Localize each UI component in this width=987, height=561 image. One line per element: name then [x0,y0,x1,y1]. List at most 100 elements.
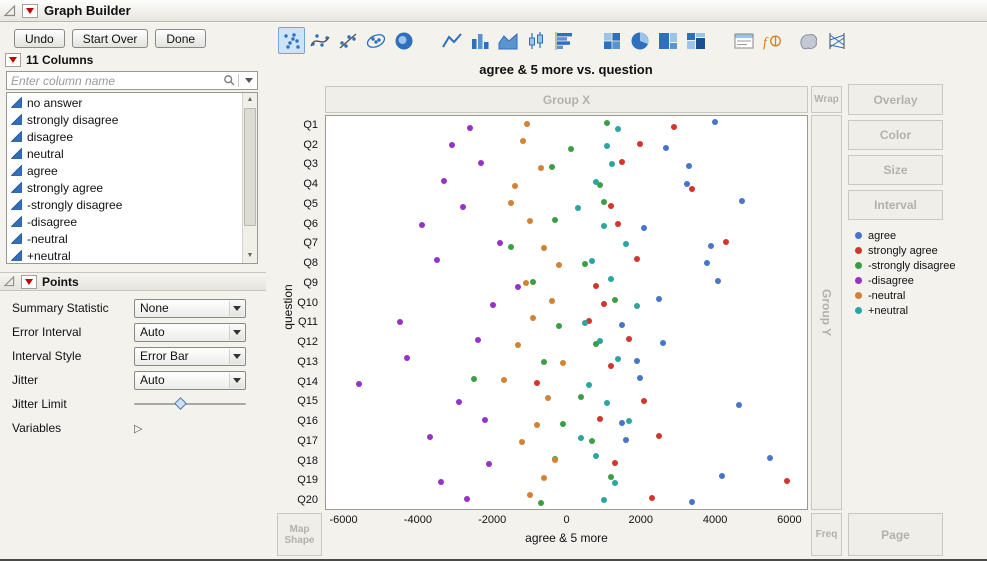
data-point[interactable] [683,180,690,187]
data-point[interactable] [511,182,518,189]
column-list-item[interactable]: -strongly disagree [7,196,242,213]
data-point[interactable] [615,125,622,132]
data-point[interactable] [656,295,662,302]
data-point[interactable] [500,377,507,384]
data-point[interactable] [526,218,533,225]
data-point[interactable] [685,163,692,170]
data-point[interactable] [711,118,718,125]
data-point[interactable] [467,124,474,131]
data-point[interactable] [604,143,611,150]
size-drop-zone[interactable]: Size [848,155,943,185]
data-point[interactable] [619,159,625,166]
data-point[interactable] [356,381,363,388]
data-point[interactable] [524,120,531,127]
data-point[interactable] [622,240,629,247]
freq-drop-zone[interactable]: Freq [811,513,842,556]
data-point[interactable] [463,496,470,503]
data-point[interactable] [568,146,575,153]
interval-drop-zone[interactable]: Interval [848,190,943,220]
data-point[interactable] [609,161,616,168]
points-icon[interactable] [278,27,305,54]
column-list-item[interactable]: strongly disagree [7,111,242,128]
data-point[interactable] [589,438,596,445]
data-point[interactable] [626,417,633,424]
data-point[interactable] [615,221,622,228]
data-point[interactable] [574,205,581,212]
data-point[interactable] [441,177,448,184]
data-point[interactable] [611,296,618,303]
data-point[interactable] [722,238,729,245]
data-point[interactable] [670,123,677,130]
area-icon[interactable] [494,27,521,54]
group-x-drop-zone[interactable]: Group X [325,86,808,113]
column-list-item[interactable]: -neutral [7,230,242,247]
overlay-drop-zone[interactable]: Overlay [848,84,943,115]
red-triangle-menu-icon[interactable] [22,3,38,18]
columns-red-triangle-menu-icon[interactable] [5,53,21,67]
scroll-down-icon[interactable]: ▼ [243,249,257,263]
legend-item[interactable]: -strongly disagree [855,258,955,273]
data-point[interactable] [641,397,648,404]
data-point[interactable] [552,217,559,224]
data-point[interactable] [626,335,633,342]
scroll-up-icon[interactable]: ▲ [243,93,257,107]
data-point[interactable] [633,302,640,309]
data-point[interactable] [456,398,463,405]
column-list-item[interactable]: -disagree [7,213,242,230]
histogram-icon[interactable] [550,27,577,54]
done-button[interactable]: Done [155,29,207,48]
interval-style-select[interactable]: Error Bar [134,346,246,366]
data-point[interactable] [689,185,696,192]
data-point[interactable] [537,165,544,172]
map-shapes-icon[interactable] [795,27,822,54]
treemap-icon[interactable] [654,27,681,54]
jitter-select[interactable]: Auto [134,370,246,390]
data-point[interactable] [434,257,440,264]
data-point[interactable] [767,454,773,461]
data-point[interactable] [604,119,611,126]
data-point[interactable] [735,401,742,408]
data-point[interactable] [537,500,544,507]
data-point[interactable] [448,142,455,149]
data-point[interactable] [637,375,644,382]
data-point[interactable] [593,452,600,459]
legend-item[interactable]: agree [855,228,955,243]
data-point[interactable] [533,421,540,428]
data-point[interactable] [519,439,526,446]
data-point[interactable] [596,415,603,422]
data-point[interactable] [559,420,566,427]
data-point[interactable] [508,200,514,207]
column-list-item[interactable]: +neutral [7,247,242,263]
data-point[interactable] [607,276,614,283]
map-shape-drop-zone[interactable]: Map Shape [277,513,322,556]
data-point[interactable] [552,456,559,463]
mosaic-icon[interactable] [682,27,709,54]
group-y-drop-zone[interactable]: Group Y [811,115,842,510]
heatmap-icon[interactable] [598,27,625,54]
outline-collapse-icon[interactable] [3,4,16,17]
data-point[interactable] [397,319,403,326]
data-point[interactable] [615,355,622,362]
chevron-down-icon[interactable] [229,324,244,340]
data-point[interactable] [508,243,514,250]
data-point[interactable] [556,262,563,269]
data-point[interactable] [419,222,426,229]
data-point[interactable] [578,435,585,442]
search-dropdown-icon[interactable] [245,78,253,83]
data-point[interactable] [604,399,611,406]
data-point[interactable] [633,256,640,263]
points-red-triangle-menu-icon[interactable] [21,274,37,289]
points-collapse-icon[interactable] [3,275,16,288]
data-point[interactable] [515,284,522,291]
chevron-down-icon[interactable] [229,348,244,364]
data-point[interactable] [633,357,640,364]
data-point[interactable] [530,279,537,286]
wrap-drop-zone[interactable]: Wrap [811,86,842,113]
caption-box-icon[interactable] [730,27,757,54]
data-point[interactable] [607,473,614,480]
data-point[interactable] [520,138,527,145]
chevron-down-icon[interactable] [229,300,244,316]
data-point[interactable] [707,242,714,249]
pie-icon[interactable] [626,27,653,54]
data-point[interactable] [578,393,585,400]
